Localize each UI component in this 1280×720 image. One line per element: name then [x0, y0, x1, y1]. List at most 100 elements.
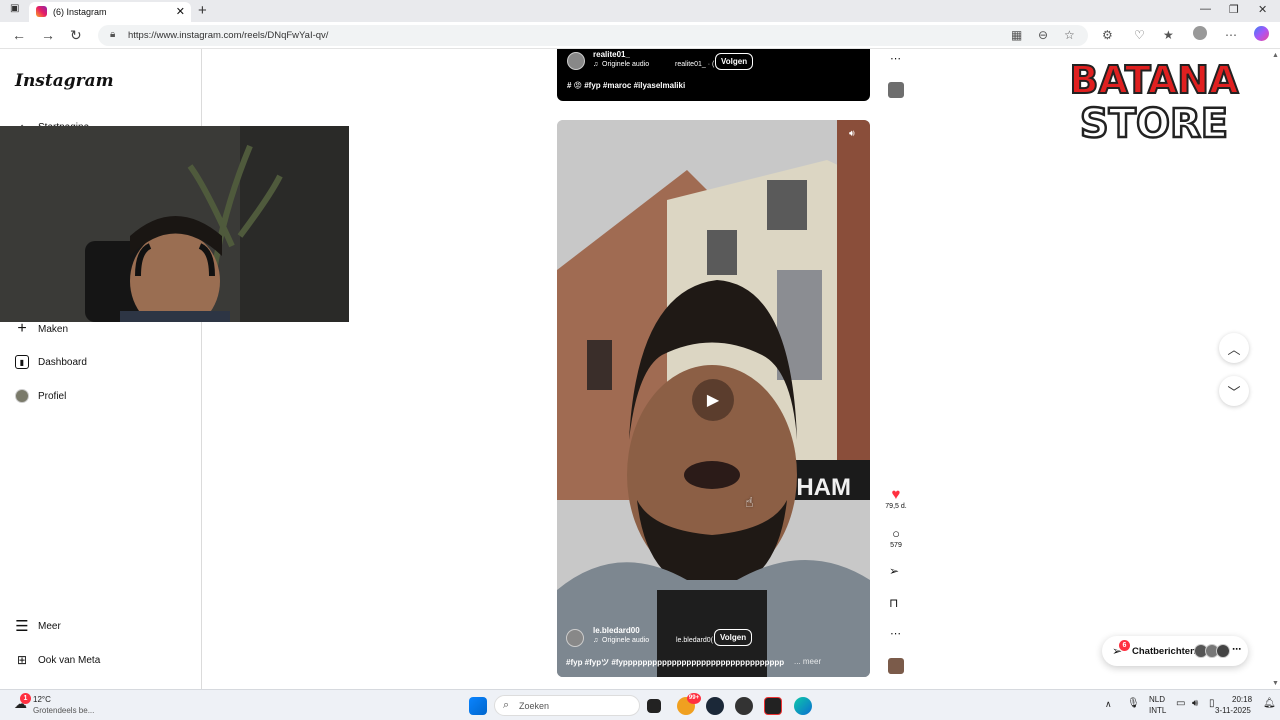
edge-icon[interactable] — [794, 697, 812, 715]
favorite-star-icon[interactable]: ☆ — [1064, 28, 1075, 42]
more-options-icon[interactable]: ⋯ — [890, 52, 901, 65]
user-avatar[interactable] — [567, 52, 585, 70]
keyboard-layout[interactable]: INTL — [1149, 706, 1166, 715]
weather-desc[interactable]: Grotendeels be... — [33, 706, 94, 715]
like-action[interactable]: ♥ 79,5 d. — [884, 487, 908, 511]
logo-line1: BATANA — [1069, 58, 1239, 102]
battery-icon[interactable]: ▯ — [1209, 698, 1215, 709]
copilot-icon[interactable] — [1254, 26, 1269, 41]
more-link[interactable]: ... meer — [794, 657, 821, 666]
username[interactable]: le.bledard00 — [593, 626, 640, 635]
more-menu-icon[interactable]: ⋯ — [1225, 28, 1237, 42]
caption: #fyp #fypツ #fypppppppppppppppppppppppppp… — [566, 658, 785, 667]
username[interactable]: realite01_ — [593, 50, 630, 59]
more-options-icon[interactable]: ⋯ — [890, 627, 901, 640]
url-input[interactable]: 🔒︎ https://www.instagram.com/reels/DNqFw… — [98, 25, 1088, 46]
dashboard-icon: ▮ — [15, 355, 29, 369]
language-code[interactable]: NLD — [1149, 695, 1165, 704]
audio-thumbnail[interactable] — [888, 658, 904, 674]
close-tab-icon[interactable]: ✕ — [176, 5, 185, 18]
favorites-icon[interactable]: ★ — [1163, 28, 1174, 42]
music-note-icon: ♫ — [593, 637, 599, 644]
network-icon[interactable]: ▭ — [1176, 698, 1185, 709]
instagram-favicon-icon — [36, 6, 47, 17]
comment-icon[interactable]: ○ — [884, 526, 908, 542]
sidebar-item-create[interactable]: + Maken — [15, 320, 69, 337]
chevron-up-icon: ︿ — [1227, 341, 1241, 357]
webcam-scene — [0, 126, 349, 322]
audio-label[interactable]: Originele audio — [602, 637, 649, 644]
mouse-cursor-icon: ☝ — [745, 494, 754, 510]
notifications-icon[interactable]: 🔔︎ — [1263, 698, 1276, 709]
taskbar-search[interactable]: ⌕ Zoeken — [494, 695, 640, 716]
clock-date[interactable]: 3-11-2025 — [1215, 706, 1251, 715]
app-badge: 99+ — [687, 693, 701, 704]
epic-games-icon[interactable] — [764, 697, 782, 715]
sidebar-item-label: Dashboard — [38, 356, 87, 368]
maximize-icon[interactable]: ❐ — [1229, 3, 1239, 16]
heart-icon[interactable]: ♥ — [884, 487, 908, 503]
sidebar-item-also-from-meta[interactable]: ⊞ Ook van Meta — [15, 653, 100, 667]
start-icon[interactable] — [469, 697, 487, 715]
forward-icon[interactable]: → — [41, 27, 55, 43]
chat-badge: 6 — [1119, 640, 1130, 651]
url-text: https://www.instagram.com/reels/DNqFwYaI… — [128, 30, 329, 41]
previous-reel-card[interactable]: realite01_ ♫ Originele audio realite01_ … — [557, 49, 870, 101]
browser-tab[interactable]: (6) Instagram ✕ — [29, 2, 191, 22]
user-avatar[interactable] — [566, 629, 584, 647]
chat-label: Chatberichten — [1132, 646, 1196, 657]
sidebar-item-dashboard[interactable]: ▮ Dashboard — [15, 355, 87, 369]
close-window-icon[interactable]: ✕ — [1258, 3, 1267, 16]
steam-icon[interactable] — [706, 697, 724, 715]
comment-action[interactable]: ○ 579 — [884, 526, 908, 549]
sidebar-item-profile[interactable]: Profiel — [15, 389, 66, 403]
task-view-icon[interactable] — [647, 699, 661, 713]
search-icon: ⌕ — [503, 699, 510, 711]
follow-button[interactable]: Volgen — [715, 53, 754, 70]
search-placeholder: Zoeken — [519, 701, 550, 711]
refresh-icon[interactable]: ↻ — [70, 27, 82, 44]
split-screen-icon[interactable]: ▦ — [1011, 28, 1022, 42]
audio-secondary: le.bledard0( — [676, 637, 713, 644]
instagram-logo[interactable]: Instagram — [15, 71, 114, 91]
audio-thumbnail[interactable] — [888, 82, 904, 98]
browser-essentials-icon[interactable]: ♡ — [1134, 28, 1145, 42]
chat-messages-button[interactable]: ➢ 6 Chatberichten ⋯ — [1102, 636, 1248, 666]
app-icon[interactable] — [735, 697, 753, 715]
sidebar-item-label: Meer — [38, 620, 61, 632]
follow-button[interactable]: Volgen — [714, 629, 753, 646]
tab-actions-icon[interactable]: ▣ — [10, 3, 19, 14]
next-reel-button[interactable]: ﹀ — [1219, 376, 1249, 406]
batana-store-logo-graphic: BATANA STORE — [1068, 57, 1240, 148]
bookmark-icon[interactable]: ⊓ — [889, 596, 898, 610]
volume-icon[interactable]: 🔊︎ — [1192, 698, 1198, 709]
profile-icon[interactable] — [1193, 26, 1207, 40]
chat-avatar — [1216, 644, 1230, 658]
tab-title: (6) Instagram — [53, 7, 107, 17]
clock-time[interactable]: 20:18 — [1232, 695, 1252, 704]
weather-temp[interactable]: 12°C — [33, 695, 51, 704]
play-icon[interactable]: ▶ — [692, 379, 734, 421]
chevron-down-icon: ﹀ — [1227, 384, 1241, 400]
microphone-icon[interactable]: 🎙︎ — [1127, 698, 1140, 709]
mute-icon[interactable]: 🔊︎ — [849, 128, 855, 139]
audio-secondary: realite01_ · ( — [675, 61, 715, 68]
scroll-down-icon[interactable]: ▼ — [1272, 680, 1279, 687]
browser-tab-bar: ▣ (6) Instagram ✕ + — ❐ ✕ — [0, 0, 1280, 22]
reel-video[interactable]: CHAM 🔊︎ ▶ le.bledard00 ♫ Originele audio… — [557, 120, 870, 677]
back-icon[interactable]: ← — [12, 27, 26, 43]
sidebar-item-more[interactable]: ☰ Meer — [15, 618, 61, 635]
audio-label[interactable]: Originele audio — [602, 61, 649, 68]
sidebar-item-label: Maken — [38, 323, 69, 335]
address-toolbar: ← → ↻ 🔒︎ https://www.instagram.com/reels… — [0, 22, 1280, 49]
zoom-icon[interactable]: ⊖ — [1038, 28, 1048, 42]
profile-avatar — [15, 389, 29, 403]
extensions-icon[interactable]: ⚙ — [1102, 28, 1113, 42]
new-tab-icon[interactable]: + — [198, 2, 207, 19]
minimize-icon[interactable]: — — [1200, 3, 1211, 15]
previous-reel-button[interactable]: ︿ — [1219, 333, 1249, 363]
windows-taskbar: ☁ 1 12°C Grotendeels be... ⌕ Zoeken 99+ … — [0, 689, 1280, 720]
share-icon[interactable]: ➢ — [889, 564, 899, 578]
scroll-up-icon[interactable]: ▲ — [1272, 52, 1279, 59]
chevron-up-icon[interactable]: ∧ — [1105, 699, 1112, 710]
